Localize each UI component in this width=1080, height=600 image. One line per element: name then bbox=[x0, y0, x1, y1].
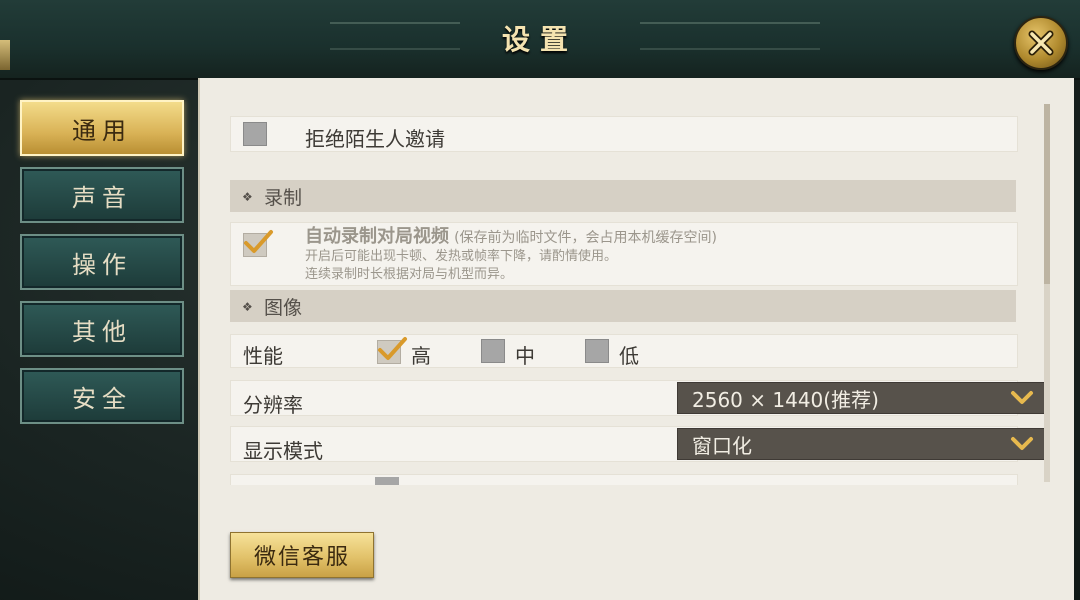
performance-row: 性能 高 中 低 bbox=[230, 334, 1018, 368]
performance-label: 性能 bbox=[243, 344, 283, 368]
display-mode-label: 显示模式 bbox=[243, 439, 323, 463]
reject-invite-row: 拒绝陌生人邀请 bbox=[230, 116, 1018, 152]
auto-record-row: 自动录制对局视频 (保存前为临时文件，会占用本机缓存空间) 开启后可能出现卡顿、… bbox=[230, 222, 1018, 286]
scrollbar-thumb[interactable] bbox=[1044, 104, 1050, 284]
auto-record-label: 自动录制对局视频 bbox=[305, 226, 449, 247]
auto-record-desc-2: 连续录制时长根据对局与机型而异。 bbox=[305, 267, 514, 282]
section-recording: ❖ 录制 bbox=[230, 180, 1016, 212]
reject-invite-checkbox[interactable] bbox=[243, 122, 267, 146]
tab-controls[interactable]: 操作 bbox=[20, 234, 184, 290]
wechat-support-button[interactable]: 微信客服 bbox=[230, 532, 374, 578]
resolution-label: 分辨率 bbox=[243, 393, 303, 417]
checkmark-icon bbox=[378, 337, 407, 360]
chevron-down-icon bbox=[1011, 437, 1033, 450]
close-button[interactable] bbox=[1014, 16, 1068, 70]
section-recording-title: 录制 bbox=[264, 186, 303, 209]
settings-panel: 拒绝陌生人邀请 ❖ 录制 自动录制对局视频 (保存前为临时文件，会占用本机缓存空… bbox=[198, 78, 1074, 600]
performance-low-checkbox[interactable] bbox=[585, 339, 609, 363]
performance-medium-label[interactable]: 中 bbox=[515, 340, 535, 369]
performance-medium-checkbox[interactable] bbox=[481, 339, 505, 363]
partial-row bbox=[230, 474, 1018, 485]
performance-low-label[interactable]: 低 bbox=[619, 340, 639, 369]
checkmark-icon bbox=[244, 230, 273, 253]
display-mode-value: 窗口化 bbox=[692, 433, 752, 458]
resolution-value: 2560 × 1440(推荐) bbox=[692, 387, 879, 412]
tab-general[interactable]: 通用 bbox=[20, 100, 184, 156]
reject-invite-label: 拒绝陌生人邀请 bbox=[305, 127, 445, 151]
section-graphics: ❖ 图像 bbox=[230, 290, 1016, 322]
resolution-row: 分辨率 2560 × 1440(推荐) bbox=[230, 380, 1045, 417]
window-title: 设置 bbox=[501, 23, 578, 56]
section-graphics-title: 图像 bbox=[264, 296, 303, 319]
settings-sidebar: 通用 声音 操作 其他 安全 bbox=[20, 100, 186, 435]
tab-other[interactable]: 其他 bbox=[20, 301, 184, 357]
close-icon bbox=[1028, 30, 1054, 56]
performance-high-label[interactable]: 高 bbox=[411, 340, 431, 369]
settings-window: 设置 通用 声音 操作 其他 安全 拒绝陌生人邀请 ❖ 录制 自动录制对局视频 … bbox=[0, 0, 1080, 600]
window-header: 设置 bbox=[0, 0, 1080, 80]
tab-sound[interactable]: 声音 bbox=[20, 167, 184, 223]
diamond-icon: ❖ bbox=[242, 300, 253, 314]
auto-record-checkbox[interactable] bbox=[243, 230, 273, 257]
settings-scrollbar[interactable] bbox=[1044, 104, 1050, 482]
tab-security[interactable]: 安全 bbox=[20, 368, 184, 424]
auto-record-note: (保存前为临时文件，会占用本机缓存空间) bbox=[454, 230, 718, 246]
partial-checkbox[interactable] bbox=[375, 477, 399, 485]
auto-record-desc-1: 开启后可能出现卡顿、发热或帧率下降，请酌情使用。 bbox=[305, 249, 618, 264]
performance-high-checkbox[interactable] bbox=[377, 337, 407, 364]
diamond-icon: ❖ bbox=[242, 190, 253, 204]
frame-edge-decoration bbox=[0, 40, 10, 70]
display-mode-dropdown[interactable]: 窗口化 bbox=[677, 428, 1045, 460]
resolution-dropdown[interactable]: 2560 × 1440(推荐) bbox=[677, 382, 1045, 414]
display-mode-row: 显示模式 窗口化 bbox=[230, 426, 1045, 463]
chevron-down-icon bbox=[1011, 391, 1033, 404]
